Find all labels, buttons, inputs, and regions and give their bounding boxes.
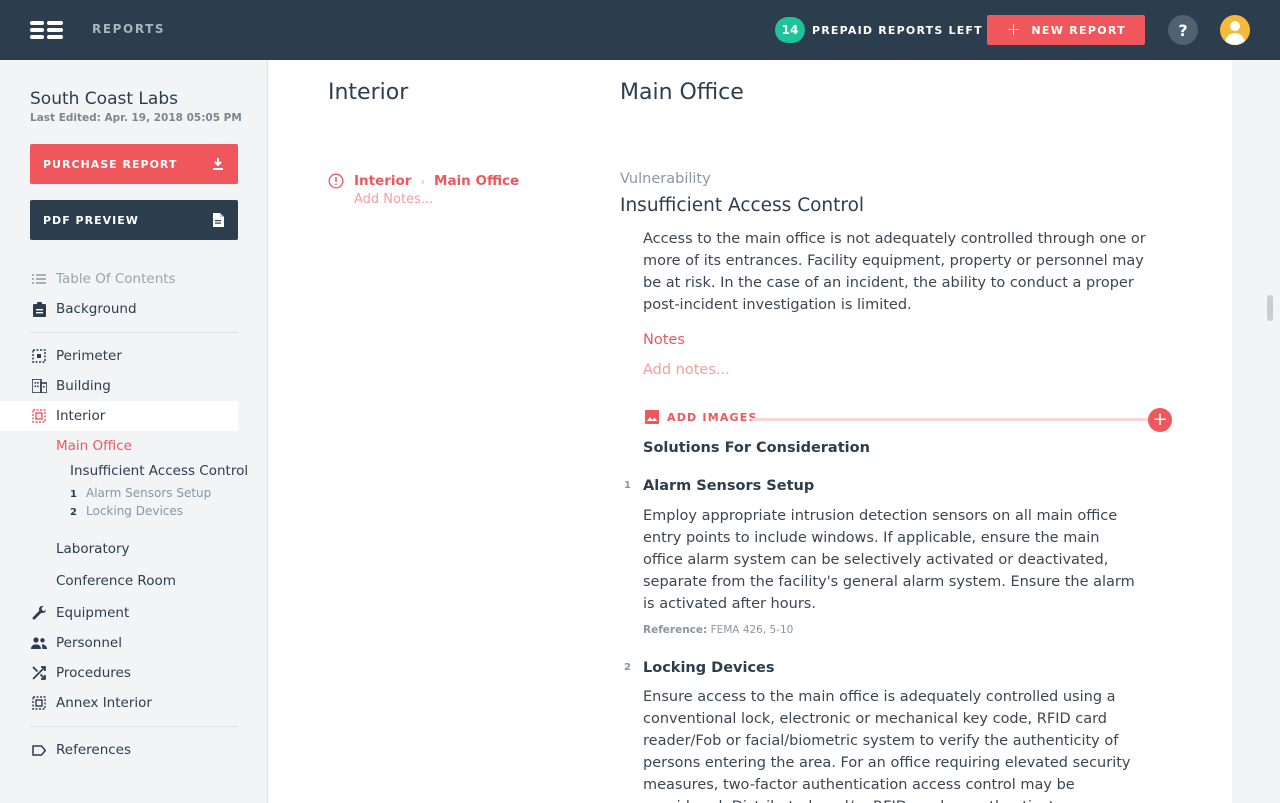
interior-icon bbox=[31, 695, 47, 711]
area-heading: Main Office bbox=[620, 80, 744, 105]
notes-label: Notes bbox=[643, 332, 685, 348]
sidebar-item-label: Personnel bbox=[56, 635, 122, 651]
solution-number: 1 bbox=[624, 480, 631, 491]
interior-icon bbox=[31, 408, 47, 424]
info-icon bbox=[328, 173, 344, 189]
purchase-report-label: PURCHASE REPORT bbox=[43, 157, 178, 171]
new-report-label: NEW REPORT bbox=[1031, 23, 1126, 37]
solution-label: Alarm Sensors Setup bbox=[86, 486, 212, 500]
scrollbar-thumb[interactable] bbox=[1267, 295, 1273, 321]
wrench-icon bbox=[31, 605, 47, 621]
sidebar-item-interior[interactable]: Interior bbox=[0, 401, 238, 431]
solution-reference: Reference: FEMA 426, 5-10 bbox=[643, 624, 793, 636]
breadcrumb-section-link[interactable]: Interior bbox=[354, 173, 411, 189]
label-icon bbox=[31, 742, 47, 758]
top-bar: REPORTS 14 PREPAID REPORTS LEFT + NEW RE… bbox=[0, 0, 1280, 60]
sidebar-solution-locking-devices[interactable]: 2 Locking Devices bbox=[70, 504, 183, 518]
sidebar-item-label: Equipment bbox=[56, 605, 130, 621]
sidebar-item-table-of-contents[interactable]: Table Of Contents bbox=[0, 264, 238, 294]
reference-label: Reference: bbox=[643, 624, 708, 636]
prepaid-label: PREPAID REPORTS LEFT bbox=[812, 23, 983, 37]
purchase-report-button[interactable]: PURCHASE REPORT bbox=[30, 144, 238, 184]
add-images-label: ADD IMAGES bbox=[667, 410, 758, 424]
breadcrumb: Interior › Main Office bbox=[328, 173, 519, 189]
project-title: South Coast Labs bbox=[30, 89, 178, 109]
document-icon bbox=[213, 213, 224, 227]
new-report-button[interactable]: + NEW REPORT bbox=[987, 15, 1145, 45]
sidebar-item-equipment[interactable]: Equipment bbox=[0, 598, 238, 628]
plus-icon: + bbox=[1006, 19, 1023, 40]
solution-title: Locking Devices bbox=[643, 660, 775, 676]
solutions-heading: Solutions For Consideration bbox=[643, 440, 870, 456]
image-icon bbox=[645, 410, 659, 424]
sidebar-solution-alarm-sensors[interactable]: 1 Alarm Sensors Setup bbox=[70, 486, 211, 500]
breadcrumb-area-link[interactable]: Main Office bbox=[434, 173, 519, 189]
solution-label: Locking Devices bbox=[86, 504, 184, 518]
add-images-button[interactable]: ADD IMAGES bbox=[645, 410, 758, 424]
sidebar-item-references[interactable]: References bbox=[0, 735, 238, 765]
avatar-head-shape bbox=[1230, 21, 1240, 31]
solution-description: Ensure access to the main office is adeq… bbox=[643, 689, 1131, 803]
sidebar-item-annex-interior[interactable]: Annex Interior bbox=[0, 688, 238, 718]
add-image-plus-button[interactable]: + bbox=[1148, 408, 1172, 432]
nav-reports-link[interactable]: REPORTS bbox=[92, 22, 165, 36]
sidebar-item-background[interactable]: Background bbox=[0, 294, 238, 324]
sidebar-item-label: Background bbox=[56, 301, 137, 317]
prepaid-count-badge: 14 bbox=[775, 17, 805, 43]
solution-description: Employ appropriate intrusion detection s… bbox=[643, 508, 1135, 612]
add-notes-link[interactable]: Add Notes... bbox=[354, 192, 433, 207]
download-icon bbox=[213, 158, 223, 170]
sidebar-item-main-office[interactable]: Main Office bbox=[56, 438, 132, 454]
user-avatar[interactable] bbox=[1220, 15, 1250, 45]
sidebar-item-label: Procedures bbox=[56, 665, 131, 681]
app-logo-icon[interactable] bbox=[30, 21, 63, 39]
breadcrumb-separator-icon: › bbox=[420, 174, 426, 188]
prepaid-reports-indicator: 14 PREPAID REPORTS LEFT bbox=[775, 17, 983, 43]
solution-title: Alarm Sensors Setup bbox=[643, 478, 815, 494]
sidebar-divider bbox=[30, 726, 238, 727]
help-button[interactable]: ? bbox=[1168, 15, 1198, 45]
vulnerability-title: Insufficient Access Control bbox=[620, 195, 865, 216]
sidebar-item-perimeter[interactable]: Perimeter bbox=[0, 341, 238, 371]
solution-number: 2 bbox=[624, 662, 631, 673]
sidebar-item-personnel[interactable]: Personnel bbox=[0, 628, 238, 658]
sidebar-item-procedures[interactable]: Procedures bbox=[0, 658, 238, 688]
sidebar-item-laboratory[interactable]: Laboratory bbox=[56, 541, 130, 557]
section-heading: Interior bbox=[328, 80, 409, 105]
sidebar-item-building[interactable]: Building bbox=[0, 371, 238, 401]
sidebar: South Coast Labs Last Edited: Apr. 19, 2… bbox=[0, 60, 268, 803]
pdf-preview-label: PDF PREVIEW bbox=[43, 213, 139, 227]
sidebar-divider bbox=[30, 332, 238, 333]
sidebar-item-label: References bbox=[56, 742, 132, 758]
sidebar-item-insufficient-access-control[interactable]: Insufficient Access Control bbox=[70, 463, 248, 479]
shuffle-icon bbox=[31, 665, 47, 681]
report-content: Interior Main Office Interior › Main Off… bbox=[268, 60, 1232, 803]
sidebar-item-label: Perimeter bbox=[56, 348, 122, 364]
building-icon bbox=[31, 378, 47, 394]
notes-input[interactable]: Add notes... bbox=[643, 362, 730, 378]
avatar-body-shape bbox=[1225, 33, 1245, 45]
sidebar-item-conference-room[interactable]: Conference Room bbox=[56, 573, 176, 589]
vulnerability-label: Vulnerability bbox=[620, 171, 711, 187]
sidebar-item-label: Annex Interior bbox=[56, 695, 152, 711]
sidebar-item-label: Building bbox=[56, 378, 111, 394]
reference-value: FEMA 426, 5-10 bbox=[710, 624, 794, 636]
images-divider bbox=[751, 418, 1149, 421]
solution-number: 1 bbox=[70, 489, 77, 500]
list-icon bbox=[31, 271, 47, 287]
solution-number: 2 bbox=[70, 507, 77, 518]
people-icon bbox=[31, 635, 47, 651]
pdf-preview-button[interactable]: PDF PREVIEW bbox=[30, 200, 238, 240]
vulnerability-description: Access to the main office is not adequat… bbox=[643, 231, 1146, 313]
perimeter-icon bbox=[31, 348, 47, 364]
sidebar-item-label: Interior bbox=[56, 408, 106, 424]
scrollbar-track[interactable] bbox=[1232, 60, 1280, 803]
clipboard-icon bbox=[31, 301, 47, 317]
sidebar-item-label: Table Of Contents bbox=[56, 271, 176, 287]
last-edited: Last Edited: Apr. 19, 2018 05:05 PM bbox=[30, 112, 242, 124]
